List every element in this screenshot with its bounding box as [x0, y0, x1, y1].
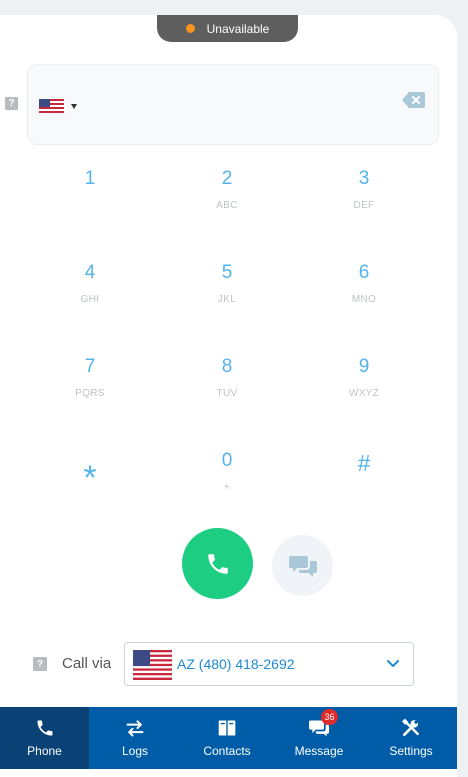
- keypad-key-5[interactable]: 5 JKL: [162, 261, 292, 341]
- tab-label: Settings: [389, 744, 433, 758]
- tab-label: Phone: [27, 744, 62, 758]
- phone-number-input[interactable]: [27, 64, 439, 145]
- tab-logs[interactable]: Logs: [89, 707, 181, 769]
- key-letters: PQRS: [75, 388, 105, 399]
- keypad-key-9[interactable]: 9 WXYZ: [299, 355, 429, 435]
- key-letters: MNO: [351, 294, 377, 305]
- key-digit: 4: [84, 262, 96, 283]
- key-letters: TUV: [216, 388, 238, 399]
- key-letters: DEF: [353, 200, 375, 211]
- bottom-tab-bar: Phone Logs Contacts 36 Message Settings: [0, 707, 457, 769]
- help-icon[interactable]: ?: [5, 97, 18, 110]
- tab-message[interactable]: 36 Message: [273, 707, 365, 769]
- message-button[interactable]: [272, 535, 333, 596]
- status-indicator[interactable]: Unavailable: [157, 15, 298, 42]
- key-letters: GHI: [80, 294, 100, 305]
- keypad-key-7[interactable]: 7 PQRS: [25, 355, 155, 435]
- keypad-key-4[interactable]: 4 GHI: [25, 261, 155, 341]
- chevron-down-icon: [387, 660, 399, 667]
- address-book-icon: [218, 720, 236, 736]
- key-letters: WXYZ: [348, 388, 380, 399]
- key-digit: 7: [84, 356, 96, 377]
- tab-label: Contacts: [203, 744, 251, 758]
- key-digit: 6: [358, 262, 370, 283]
- tab-contacts[interactable]: Contacts: [181, 707, 273, 769]
- arrows-icon: [126, 720, 144, 737]
- key-digit: 2: [221, 168, 233, 189]
- key-digit: 3: [358, 168, 370, 189]
- message-badge: 36: [321, 709, 338, 725]
- call-button[interactable]: [182, 528, 253, 599]
- keypad-key-3[interactable]: 3 DEF: [299, 167, 429, 247]
- tab-label: Message: [294, 744, 344, 758]
- key-digit: 9: [358, 356, 370, 377]
- key-digit: #: [357, 450, 371, 476]
- key-letters: JKL: [217, 294, 237, 305]
- keypad-key-2[interactable]: 2 ABC: [162, 167, 292, 247]
- status-dot: [185, 24, 195, 33]
- keypad-key-1[interactable]: 1: [25, 167, 155, 247]
- phone-icon: [37, 720, 52, 736]
- help-icon[interactable]: ?: [33, 657, 47, 671]
- key-digit: 0: [221, 450, 233, 471]
- tab-label: Logs: [121, 744, 149, 758]
- country-selector[interactable]: [39, 99, 77, 113]
- call-via-number: AZ (480) 418-2692: [177, 656, 295, 672]
- tools-icon: [402, 718, 419, 736]
- call-via-label: Call via: [62, 655, 112, 672]
- keypad-key-star[interactable]: *: [25, 449, 155, 529]
- key-digit: 1: [84, 168, 96, 189]
- backspace-icon[interactable]: [402, 92, 425, 108]
- status-label: Unavailable: [206, 21, 270, 36]
- tab-phone[interactable]: Phone: [0, 707, 89, 769]
- key-letters: +: [223, 482, 231, 493]
- keypad-key-8[interactable]: 8 TUV: [162, 355, 292, 435]
- keypad-key-0[interactable]: 0 +: [162, 449, 292, 529]
- us-flag-icon: [133, 650, 172, 680]
- key-digit: 8: [221, 356, 233, 377]
- caret-down-icon: [71, 103, 77, 109]
- key-digit: *: [83, 459, 97, 497]
- keypad-key-hash[interactable]: #: [299, 449, 429, 529]
- phone-icon: [207, 553, 228, 574]
- key-letters: ABC: [216, 200, 238, 211]
- call-via-select[interactable]: AZ (480) 418-2692: [124, 642, 414, 686]
- us-flag-icon: [39, 99, 64, 113]
- chat-bubbles-icon: [288, 555, 317, 577]
- tab-settings[interactable]: Settings: [365, 707, 457, 769]
- keypad-key-6[interactable]: 6 MNO: [299, 261, 429, 341]
- key-digit: 5: [221, 262, 233, 283]
